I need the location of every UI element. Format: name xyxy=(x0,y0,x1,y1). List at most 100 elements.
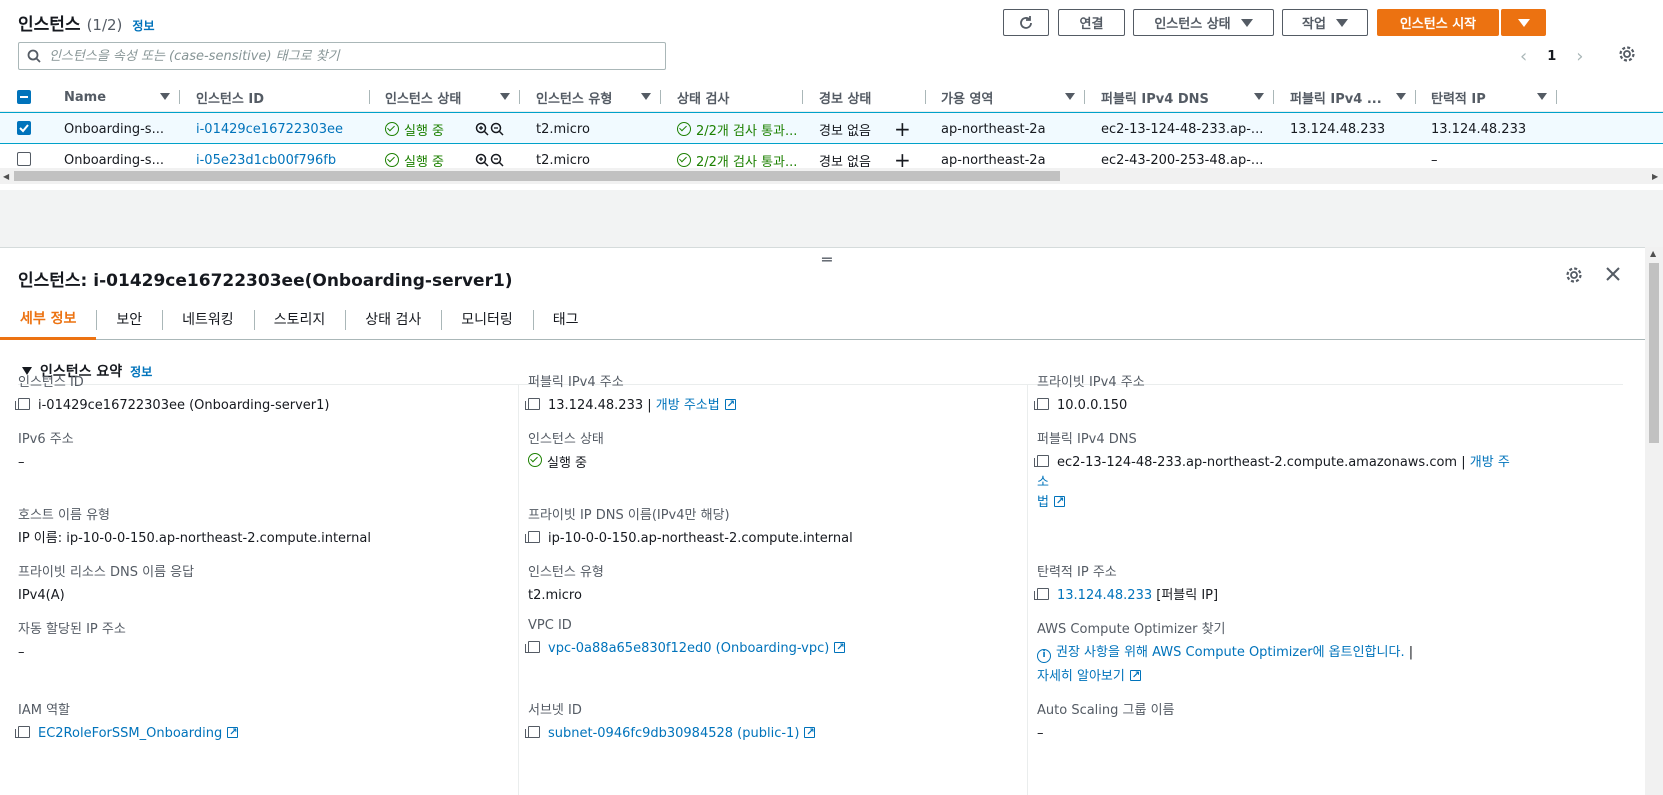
tab-tags[interactable]: 태그 xyxy=(532,298,599,340)
learn-more-link[interactable]: 자세히 알아보기 xyxy=(1037,669,1125,684)
col-name[interactable]: Name xyxy=(64,82,180,112)
col-public-ipv4[interactable]: 퍼블릭 IPv4 ... xyxy=(1290,82,1416,112)
close-icon[interactable] xyxy=(1605,266,1621,282)
col-availability-zone[interactable]: 가용 영역 xyxy=(941,82,1085,112)
col-elastic-ip[interactable]: 탄력적 IP xyxy=(1431,82,1557,112)
instance-state-label: 인스턴스 상태 xyxy=(1154,17,1231,32)
zoom-out-icon[interactable] xyxy=(490,122,505,137)
next-page-icon[interactable]: › xyxy=(1576,46,1583,67)
row-checkbox[interactable] xyxy=(17,152,31,166)
tab-networking[interactable]: 네트워킹 xyxy=(162,298,254,340)
zoom-in-icon[interactable] xyxy=(475,153,490,168)
prev-page-icon[interactable]: ‹ xyxy=(1520,46,1527,67)
search-box[interactable] xyxy=(18,42,666,70)
copy-icon[interactable] xyxy=(1034,455,1049,467)
pagination: ‹ 1 › xyxy=(1520,46,1583,67)
field-compute-optimizer: AWS Compute Optimizer 찾기 i 권장 사항을 위해 AWS … xyxy=(1037,618,1527,687)
field-subnet-id: 서브넷 ID subnet-0946fc9db30984528 (public-… xyxy=(525,699,1018,744)
tab-status-checks[interactable]: 상태 검사 xyxy=(345,298,441,340)
col-instance-type[interactable]: 인스턴스 유형 xyxy=(536,82,661,112)
scrollbar-thumb[interactable] xyxy=(1649,263,1659,443)
gear-icon[interactable] xyxy=(1565,266,1583,284)
iam-role-link[interactable]: EC2RoleForSSM_Onboarding xyxy=(38,726,222,741)
tab-security[interactable]: 보안 xyxy=(96,298,162,340)
field-public-dns: 퍼블릭 IPv4 DNS ec2-13-124-48-233.ap-northe… xyxy=(1034,428,1512,513)
scroll-up-icon[interactable]: ▲ xyxy=(1650,249,1656,258)
add-alarm-icon[interactable]: + xyxy=(894,113,911,145)
col-public-dns[interactable]: 퍼블릭 IPv4 DNS xyxy=(1101,82,1274,112)
sort-icon xyxy=(160,93,170,100)
refresh-icon xyxy=(1020,15,1032,29)
sort-icon xyxy=(500,93,510,100)
launch-instance-button[interactable]: 인스턴스 시작 xyxy=(1377,9,1499,36)
search-input[interactable] xyxy=(49,48,649,64)
field-public-ipv4: 퍼블릭 IPv4 주소 13.124.48.233 | 개방 주소법 xyxy=(525,371,1018,416)
copy-icon[interactable] xyxy=(15,398,30,410)
cell-name: Onboarding-s... xyxy=(64,121,164,137)
instance-state-dropdown[interactable]: 인스턴스 상태 xyxy=(1133,9,1274,36)
field-auto-ip: 자동 할당된 IP 주소 – xyxy=(18,622,126,660)
scroll-right-icon[interactable]: ▶ xyxy=(1652,172,1658,181)
refresh-button[interactable] xyxy=(1003,9,1049,36)
zoom-in-icon[interactable] xyxy=(475,122,490,137)
tab-details[interactable]: 세부 정보 xyxy=(0,298,97,340)
info-link[interactable]: 정보 xyxy=(132,17,154,34)
caret-down-icon xyxy=(1240,18,1253,27)
external-link-icon[interactable] xyxy=(724,395,736,415)
vertical-scrollbar[interactable]: ▲ xyxy=(1645,247,1663,795)
actions-dropdown[interactable]: 작업 xyxy=(1282,9,1368,36)
caret-down-icon xyxy=(1517,18,1530,27)
selection-count: (1/2) xyxy=(86,16,123,34)
col-instance-state[interactable]: 인스턴스 상태 xyxy=(385,82,520,112)
zoom-icons[interactable] xyxy=(475,113,505,145)
panel-divider xyxy=(0,190,1663,247)
external-link-icon[interactable] xyxy=(227,723,239,743)
copy-icon[interactable] xyxy=(525,726,540,738)
table-row[interactable]: Onboarding-s... i-01429ce16722303ee 실행 중… xyxy=(0,112,1663,144)
elastic-ip-link[interactable]: 13.124.48.233 xyxy=(1057,588,1152,603)
info-icon: i xyxy=(1037,649,1051,663)
launch-options-dropdown[interactable] xyxy=(1501,9,1546,36)
field-hostname-type: 호스트 이름 유형 IP 이름: ip-10-0-0-150.ap-northe… xyxy=(18,508,371,546)
instances-panel: 인스턴스 (1/2) 정보 연결 인스턴스 상태 작업 인스턴스 시작 ‹ 1 … xyxy=(0,0,1663,190)
cell-instance-id[interactable]: i-01429ce16722303ee xyxy=(196,113,343,145)
copy-icon[interactable] xyxy=(15,726,30,738)
table-settings-button[interactable] xyxy=(1618,45,1636,67)
zoom-out-icon[interactable] xyxy=(490,153,505,168)
copy-icon[interactable] xyxy=(525,398,540,410)
scroll-left-icon[interactable]: ◀ xyxy=(3,172,9,181)
current-page[interactable]: 1 xyxy=(1547,49,1556,64)
vpc-link[interactable]: vpc-0a88a65e830f12ed0 (Onboarding-vpc) xyxy=(548,641,829,656)
tab-monitoring[interactable]: 모니터링 xyxy=(441,298,533,340)
optimizer-opt-in-link[interactable]: 권장 사항을 위해 AWS Compute Optimizer에 옵트인합니다. xyxy=(1056,645,1405,660)
instances-table: Name 인스턴스 ID 인스턴스 상태 인스턴스 유형 상태 검사 경보 상태… xyxy=(0,82,1663,176)
detail-tabs: 세부 정보 보안 네트워킹 스토리지 상태 검사 모니터링 태그 xyxy=(0,298,1645,340)
col-alarm-status[interactable]: 경보 상태 xyxy=(819,82,926,112)
scrollbar-thumb[interactable] xyxy=(14,171,1060,181)
check-circle-icon xyxy=(677,153,691,167)
copy-icon[interactable] xyxy=(1034,588,1049,600)
external-link-icon[interactable] xyxy=(804,723,816,743)
select-all-checkbox[interactable] xyxy=(17,90,31,104)
external-link-icon[interactable] xyxy=(1053,492,1065,512)
subnet-link[interactable]: subnet-0946fc9db30984528 (public-1) xyxy=(548,726,799,741)
cell-alarm: 경보 없음 xyxy=(819,123,871,139)
tab-storage[interactable]: 스토리지 xyxy=(253,298,346,340)
copy-icon[interactable] xyxy=(525,641,540,653)
detail-actions xyxy=(1565,266,1621,284)
cell-type: t2.micro xyxy=(536,121,590,137)
col-instance-id[interactable]: 인스턴스 ID xyxy=(196,82,370,112)
field-private-ip-dns: 프라이빗 IP DNS 이름(IPv4만 해당) ip-10-0-0-150.a… xyxy=(525,508,853,546)
copy-icon[interactable] xyxy=(1034,398,1049,410)
open-address-link[interactable]: 개방 주소법 xyxy=(656,398,720,413)
col-status-check[interactable]: 상태 검사 xyxy=(677,82,803,112)
external-link-icon[interactable] xyxy=(1129,666,1141,686)
connect-button[interactable]: 연결 xyxy=(1058,9,1125,36)
copy-icon[interactable] xyxy=(525,531,540,543)
row-checkbox[interactable] xyxy=(17,121,31,135)
resize-handle-icon[interactable]: ═ xyxy=(822,250,832,269)
horizontal-scrollbar[interactable]: ◀ ▶ xyxy=(0,168,1663,184)
external-link-icon[interactable] xyxy=(834,638,846,658)
field-ipv6: IPv6 주소 – xyxy=(18,432,74,470)
field-vpc-id: VPC ID vpc-0a88a65e830f12ed0 (Onboarding… xyxy=(525,618,1018,659)
